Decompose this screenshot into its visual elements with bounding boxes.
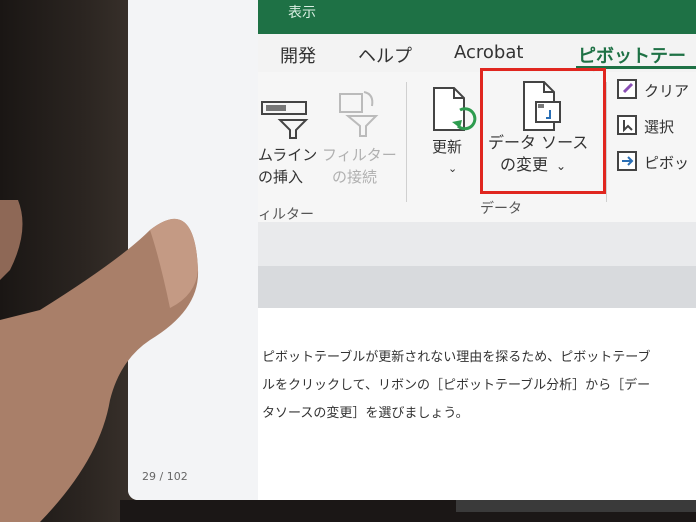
refresh-label: 更新 [432,138,463,156]
excel-title-bar: 表示 [258,0,696,34]
refresh-button[interactable]: 更新 ⌄ [432,136,462,180]
timeline-label-2: の挿入 [258,168,304,186]
filter-connections-label-1: フィルター [322,146,397,164]
spreadsheet-area [258,222,696,308]
timeline-label-1: ムライン [258,146,318,164]
refresh-icon [433,87,477,131]
filter-connections-button[interactable]: フィルター の接続 [322,144,397,188]
change-data-source-label-1: データ ソース [488,133,589,152]
select-icon [617,115,637,135]
hand-photo [0,200,199,522]
tab-developer[interactable]: 開発 [280,42,316,68]
insert-timeline-button[interactable]: ムライン の挿入 [258,144,317,188]
book-edge [456,500,696,512]
paragraph-line: ピボットテーブルが更新されない理由を探るため、ピボットテーブ [262,350,651,365]
move-pivot-button[interactable]: ピボッ [644,152,689,173]
ribbon-separator [606,82,607,202]
change-data-source-button[interactable]: データ ソース の変更 ⌄ [488,132,588,177]
sheet-row [258,266,696,308]
paragraph-line: タソースの変更］を選びましょう。 [262,406,469,421]
screen: 29 / 102 表示 開発 ヘルプ Acrobat ピボットテーブ ムライン … [128,0,696,500]
data-group-label: データ [480,201,522,217]
chevron-down-icon: ⌄ [556,159,567,173]
clear-button[interactable]: クリア [644,80,689,101]
filter-group-label: ィルター [258,207,314,223]
clear-icon [617,79,637,99]
change-data-source-icon [523,81,561,131]
ribbon: ムライン の挿入 フィルター の接続 ィルター 更新 ⌄ データ ソース の変更… [258,68,696,223]
filter-connections-label-2: の接続 [332,168,378,186]
body-paragraph: ピボットテーブルが更新されない理由を探るため、ピボットテーブ ルをクリックして、… [262,344,692,428]
ribbon-separator [406,82,407,202]
document-page: 表示 開発 ヘルプ Acrobat ピボットテーブ ムライン の挿入 [258,0,696,500]
chevron-down-icon: ⌄ [448,162,458,175]
move-pivot-icon [617,151,637,171]
paragraph-line: ルをクリックして、リボンの［ピボットテーブル分析］から［デー [262,378,651,393]
window-title: 表示 [288,5,316,21]
timeline-icon [261,101,309,139]
change-data-source-label-2: の変更 [500,155,549,174]
tab-help[interactable]: ヘルプ [358,42,412,68]
select-button[interactable]: 選択 [644,116,674,137]
filter-connections-icon [339,91,379,137]
tab-acrobat[interactable]: Acrobat [454,42,523,63]
